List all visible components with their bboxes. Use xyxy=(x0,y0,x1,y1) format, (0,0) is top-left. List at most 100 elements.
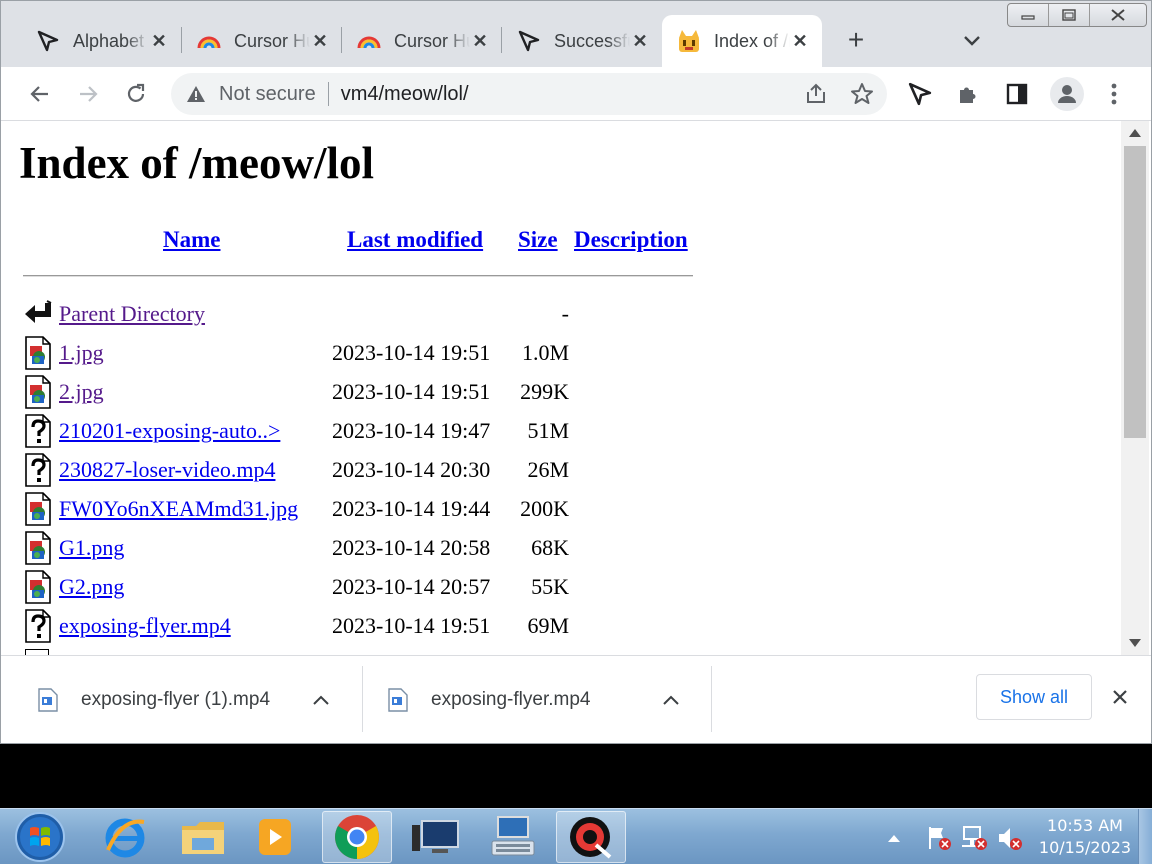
file-link[interactable]: G2.png xyxy=(59,574,124,600)
download-shelf: exposing-flyer (1).mp4 exposing-flyer.mp… xyxy=(1,655,1151,743)
file-link[interactable]: G1.png xyxy=(59,535,124,561)
file-date: 2023-10-14 20:57 xyxy=(332,574,491,599)
vertical-scrollbar[interactable] xyxy=(1121,121,1149,655)
security-label[interactable]: Not secure xyxy=(219,83,316,106)
tab-close-icon[interactable]: ✕ xyxy=(470,31,490,51)
address-bar[interactable]: Not secure vm4/meow/lol/ xyxy=(171,73,887,115)
file-link[interactable]: FW0Yo6nXEAMmd31.jpg xyxy=(59,496,298,522)
tab-successful[interactable]: Successful ✕ xyxy=(502,15,662,67)
tab-close-icon[interactable]: ✕ xyxy=(790,31,810,51)
unknown-file-icon xyxy=(23,609,53,643)
image-file-icon xyxy=(23,375,53,409)
file-date: 2023-10-14 19:51 xyxy=(332,340,491,365)
tab-close-icon[interactable]: ✕ xyxy=(630,31,650,51)
start-button[interactable] xyxy=(12,810,68,864)
file-date: 2023-10-14 20:30 xyxy=(332,457,491,482)
scroll-up-arrow-icon[interactable] xyxy=(1129,129,1141,137)
file-row: 2.jpg 2023-10-14 19:51 299K xyxy=(23,375,583,409)
file-date: 2023-10-14 20:58 xyxy=(332,535,491,560)
show-desktop-button[interactable] xyxy=(1138,809,1152,864)
cat-icon xyxy=(676,28,702,54)
back-button[interactable] xyxy=(25,79,55,109)
file-row: 230827-loser-video.mp4 2023-10-14 20:30 26… xyxy=(23,453,583,487)
tab-alphabet[interactable]: Alphabet ✕ xyxy=(21,15,181,67)
video-file-icon xyxy=(388,688,408,712)
file-link[interactable]: exposing-flyer.mp4 xyxy=(59,613,231,639)
internet-explorer-icon[interactable] xyxy=(90,811,160,863)
forward-button[interactable] xyxy=(73,79,103,109)
file-row: exposing-flyer.mp4 2023-10-14 19:51 69M xyxy=(23,609,583,643)
scrollbar-thumb[interactable] xyxy=(1124,146,1146,438)
extensions-puzzle-icon[interactable] xyxy=(953,79,983,109)
menu-kebab-icon[interactable] xyxy=(1099,79,1129,109)
tab-close-icon[interactable]: ✕ xyxy=(310,31,330,51)
rainbow-icon xyxy=(356,28,382,54)
divider xyxy=(327,82,329,106)
reload-button[interactable] xyxy=(121,79,151,109)
page-content: Index of /meow/lol Name Last modified Si… xyxy=(1,121,1151,655)
share-icon[interactable] xyxy=(801,79,831,109)
file-link[interactable]: 230827-loser-video.mp4 xyxy=(59,457,275,483)
minimize-button[interactable] xyxy=(1008,4,1049,26)
download-separator xyxy=(711,666,712,732)
unknown-file-icon xyxy=(23,453,53,487)
file-size: 299K xyxy=(520,379,569,404)
tab-cursor-hunt-2[interactable]: Cursor Hunt ✕ xyxy=(342,15,502,67)
chevron-up-icon[interactable] xyxy=(661,690,681,710)
show-all-button[interactable]: Show all xyxy=(976,674,1092,720)
clock-time: 10:53 AM xyxy=(1047,816,1123,835)
image-file-icon xyxy=(23,570,53,604)
download-item[interactable]: exposing-flyer (1).mp4 xyxy=(37,666,331,734)
volume-muted-icon[interactable] xyxy=(996,825,1022,850)
file-link[interactable]: 2.jpg xyxy=(59,379,104,405)
side-panel-icon[interactable] xyxy=(1002,79,1032,109)
show-hidden-icons-arrow-icon[interactable] xyxy=(886,831,912,855)
file-size: - xyxy=(561,301,569,326)
file-size: 26M xyxy=(527,457,569,482)
warning-triangle-icon[interactable] xyxy=(185,83,207,105)
on-screen-keyboard-icon[interactable] xyxy=(478,811,548,863)
tab-cursor-hunt[interactable]: Cursor Hunt ✕ xyxy=(182,15,342,67)
column-header-name[interactable]: Name xyxy=(163,227,220,253)
file-link[interactable]: 210201-exposing-auto..> xyxy=(59,418,280,444)
cursor-extension-icon[interactable] xyxy=(905,79,935,109)
action-center-flag-icon[interactable] xyxy=(926,825,952,850)
media-player-icon[interactable] xyxy=(240,811,310,863)
chrome-icon[interactable] xyxy=(322,811,392,863)
file-date: 2023-10-14 19:51 xyxy=(332,379,491,404)
file-size: 55K xyxy=(531,574,569,599)
bookmark-star-icon[interactable] xyxy=(847,79,877,109)
new-tab-button[interactable]: + xyxy=(839,25,873,57)
tab-close-icon[interactable]: ✕ xyxy=(149,31,169,51)
chevron-up-icon[interactable] xyxy=(311,690,331,710)
taskbar-clock[interactable]: 10:53 AM 10/15/2023 xyxy=(1030,815,1140,859)
page-heading: Index of /meow/lol xyxy=(19,138,374,188)
file-size: 1.0M xyxy=(521,340,569,365)
close-shelf-icon[interactable] xyxy=(1107,684,1133,710)
download-separator xyxy=(362,666,363,732)
close-window-button[interactable] xyxy=(1090,4,1146,26)
tab-index-of[interactable]: Index of /meow/lol ✕ xyxy=(662,15,822,67)
file-row: G1.png 2023-10-14 20:58 68K xyxy=(23,531,583,565)
file-link[interactable]: Parent Directory xyxy=(59,301,205,327)
file-explorer-icon[interactable] xyxy=(168,811,238,863)
file-link[interactable]: 1.jpg xyxy=(59,340,104,366)
network-icon[interactable] xyxy=(960,825,987,850)
profile-avatar-icon[interactable] xyxy=(1050,77,1084,111)
url-text[interactable]: vm4/meow/lol/ xyxy=(341,83,801,106)
file-date: 2023-10-14 19:47 xyxy=(332,418,491,443)
header-divider xyxy=(23,275,693,277)
tab-search-chevron-icon[interactable] xyxy=(957,27,987,55)
column-header-description[interactable]: Description xyxy=(574,227,688,253)
file-size: 51M xyxy=(527,418,569,443)
download-filename: exposing-flyer (1).mp4 xyxy=(81,689,271,710)
column-header-size[interactable]: Size xyxy=(518,227,558,253)
tab-title: Cursor Hunt xyxy=(394,30,470,51)
file-size: 200K xyxy=(520,496,569,521)
scroll-down-arrow-icon[interactable] xyxy=(1129,639,1141,647)
maximize-button[interactable] xyxy=(1049,4,1090,26)
remote-desktop-icon[interactable] xyxy=(400,811,470,863)
download-item[interactable]: exposing-flyer.mp4 xyxy=(387,666,681,734)
recording-tool-icon[interactable] xyxy=(556,811,626,863)
column-header-last-modified[interactable]: Last modified xyxy=(347,227,483,253)
